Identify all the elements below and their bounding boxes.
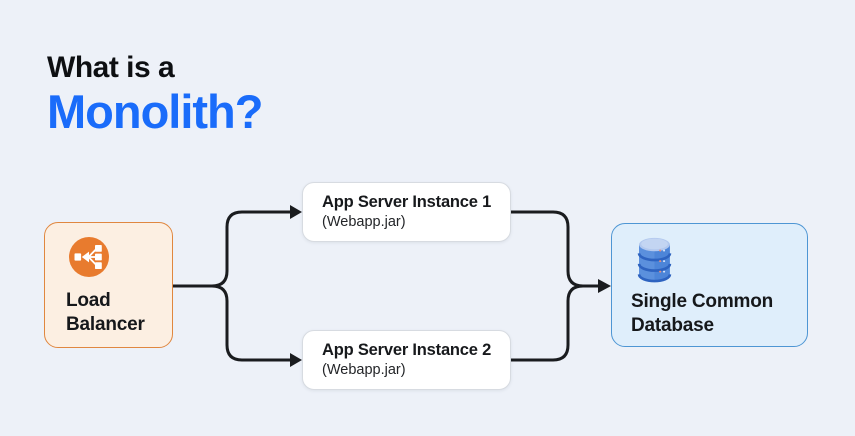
page-title: What is a Monolith? xyxy=(47,50,263,138)
database-label: Single Common Database xyxy=(631,291,774,336)
connector-lb-to-as1 xyxy=(173,210,290,288)
load-balancer-icon xyxy=(69,237,109,277)
app-server-2-title: App Server Instance 2 xyxy=(322,341,492,359)
app-server-2-node: App Server Instance 2 (Webapp.jar) xyxy=(302,330,511,390)
connector-as1-to-db xyxy=(511,210,598,288)
database-icon xyxy=(637,237,672,283)
connector-as2-to-db xyxy=(511,284,598,362)
title-line-1: What is a xyxy=(47,51,175,84)
app-server-1-subtitle: (Webapp.jar) xyxy=(322,214,406,230)
arrowhead-db xyxy=(598,279,611,293)
load-balancer-label: Load Balancer xyxy=(66,290,145,335)
app-server-1-node: App Server Instance 1 (Webapp.jar) xyxy=(302,182,511,242)
connector-lb-to-as2 xyxy=(173,284,290,362)
app-server-2-subtitle: (Webapp.jar) xyxy=(322,362,406,378)
app-server-1-title: App Server Instance 1 xyxy=(322,193,492,211)
load-balancer-node: Load Balancer xyxy=(44,222,173,348)
database-node: Single Common Database xyxy=(611,223,808,347)
title-line-2: Monolith? xyxy=(47,85,263,138)
monolith-diagram: What is a Monolith? Load Balancer App Se… xyxy=(0,0,855,436)
arrowhead-as1 xyxy=(290,205,302,219)
arrowhead-as2 xyxy=(290,353,302,367)
